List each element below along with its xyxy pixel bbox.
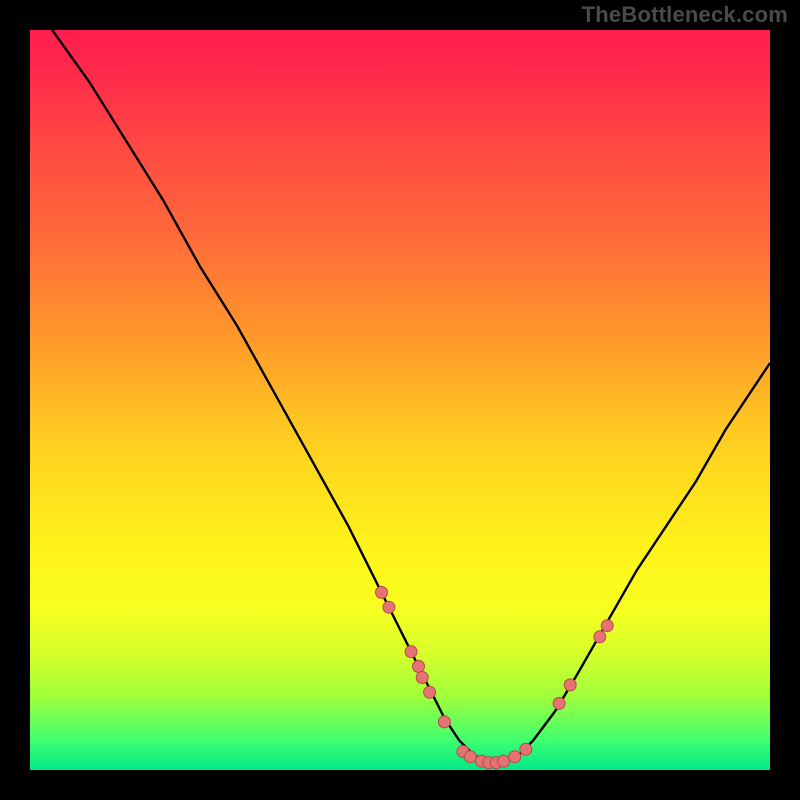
data-dot xyxy=(509,751,521,763)
data-dot xyxy=(416,672,428,684)
data-dot xyxy=(498,755,510,767)
data-dots xyxy=(376,586,614,768)
curve-layer xyxy=(30,30,770,770)
data-dot xyxy=(438,716,450,728)
data-dot xyxy=(405,646,417,658)
chart-frame: TheBottleneck.com xyxy=(0,0,800,800)
data-dot xyxy=(424,686,436,698)
data-dot xyxy=(564,679,576,691)
data-dot xyxy=(601,620,613,632)
data-dot xyxy=(553,697,565,709)
watermark-label: TheBottleneck.com xyxy=(582,2,788,28)
data-dot xyxy=(520,743,532,755)
data-dot xyxy=(383,601,395,613)
data-dot xyxy=(594,631,606,643)
data-dot xyxy=(376,586,388,598)
data-dot xyxy=(413,660,425,672)
data-dot xyxy=(464,751,476,763)
plot-area xyxy=(30,30,770,770)
